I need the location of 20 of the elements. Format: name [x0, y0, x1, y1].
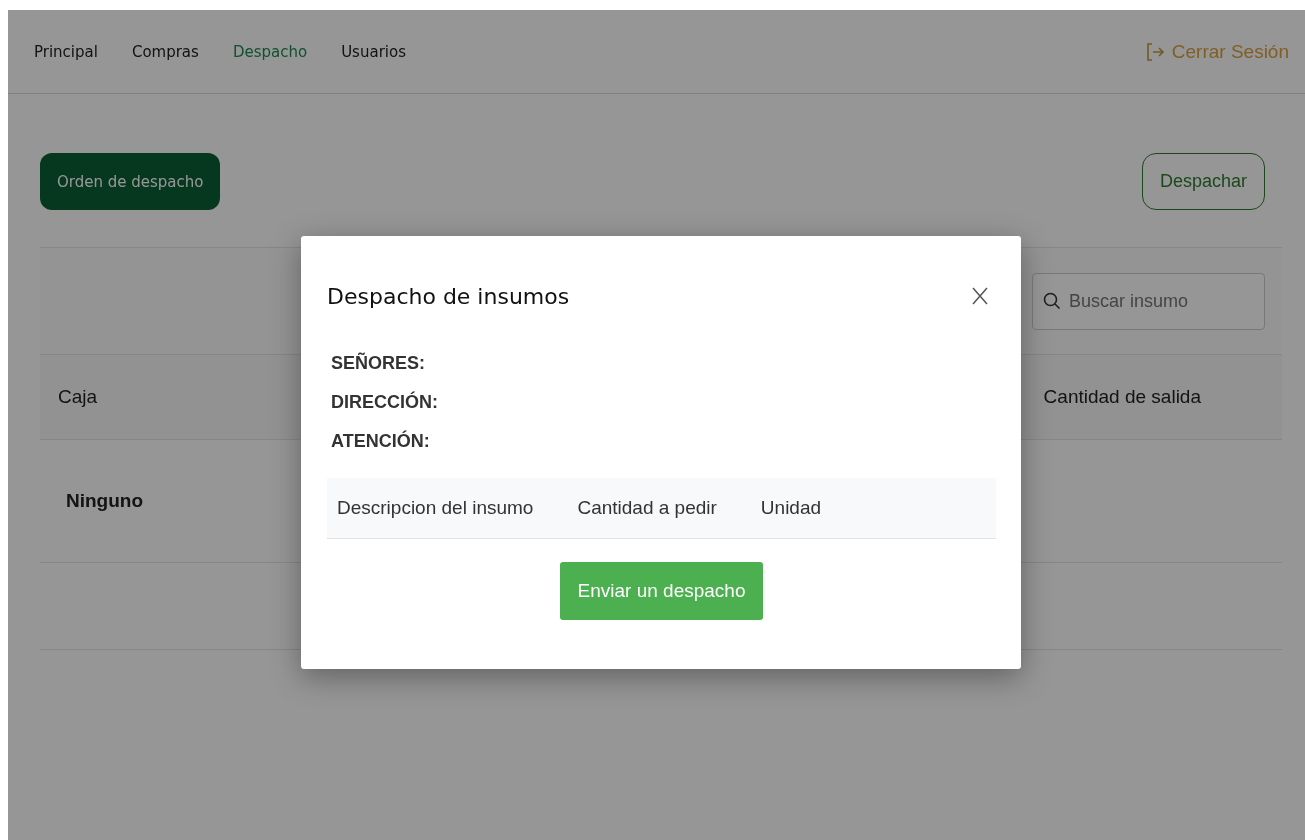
column-header: Unidad — [760, 497, 822, 519]
logout-icon — [1145, 41, 1166, 62]
dispatch-order-button[interactable]: Orden de despacho — [40, 153, 221, 210]
table-cell: Ninguno — [66, 490, 144, 512]
field-label: ATENCIÓN: — [331, 429, 431, 453]
column-header: Cantidad a pedir — [577, 497, 717, 519]
column-header: Cantidad de salida — [1043, 386, 1201, 408]
dispatch-button[interactable]: Despachar — [1141, 153, 1265, 210]
nav-link[interactable]: Usuarios — [341, 42, 406, 61]
modal-title: Despacho de insumos — [327, 283, 570, 309]
close-icon[interactable] — [972, 287, 988, 305]
nav-link[interactable]: Principal — [34, 42, 98, 61]
field-label: SEÑORES: — [331, 351, 427, 375]
send-dispatch-button[interactable]: Enviar un despacho — [559, 562, 764, 620]
field-label: DIRECCIÓN: — [331, 390, 439, 414]
nav-link[interactable]: Despacho — [232, 42, 308, 61]
nav-link[interactable]: Compras — [131, 42, 199, 61]
column-header: Caja — [58, 386, 98, 408]
column-header: Descripcion del insumo — [337, 497, 534, 519]
search-field[interactable]: Buscar insumo — [1032, 272, 1265, 330]
